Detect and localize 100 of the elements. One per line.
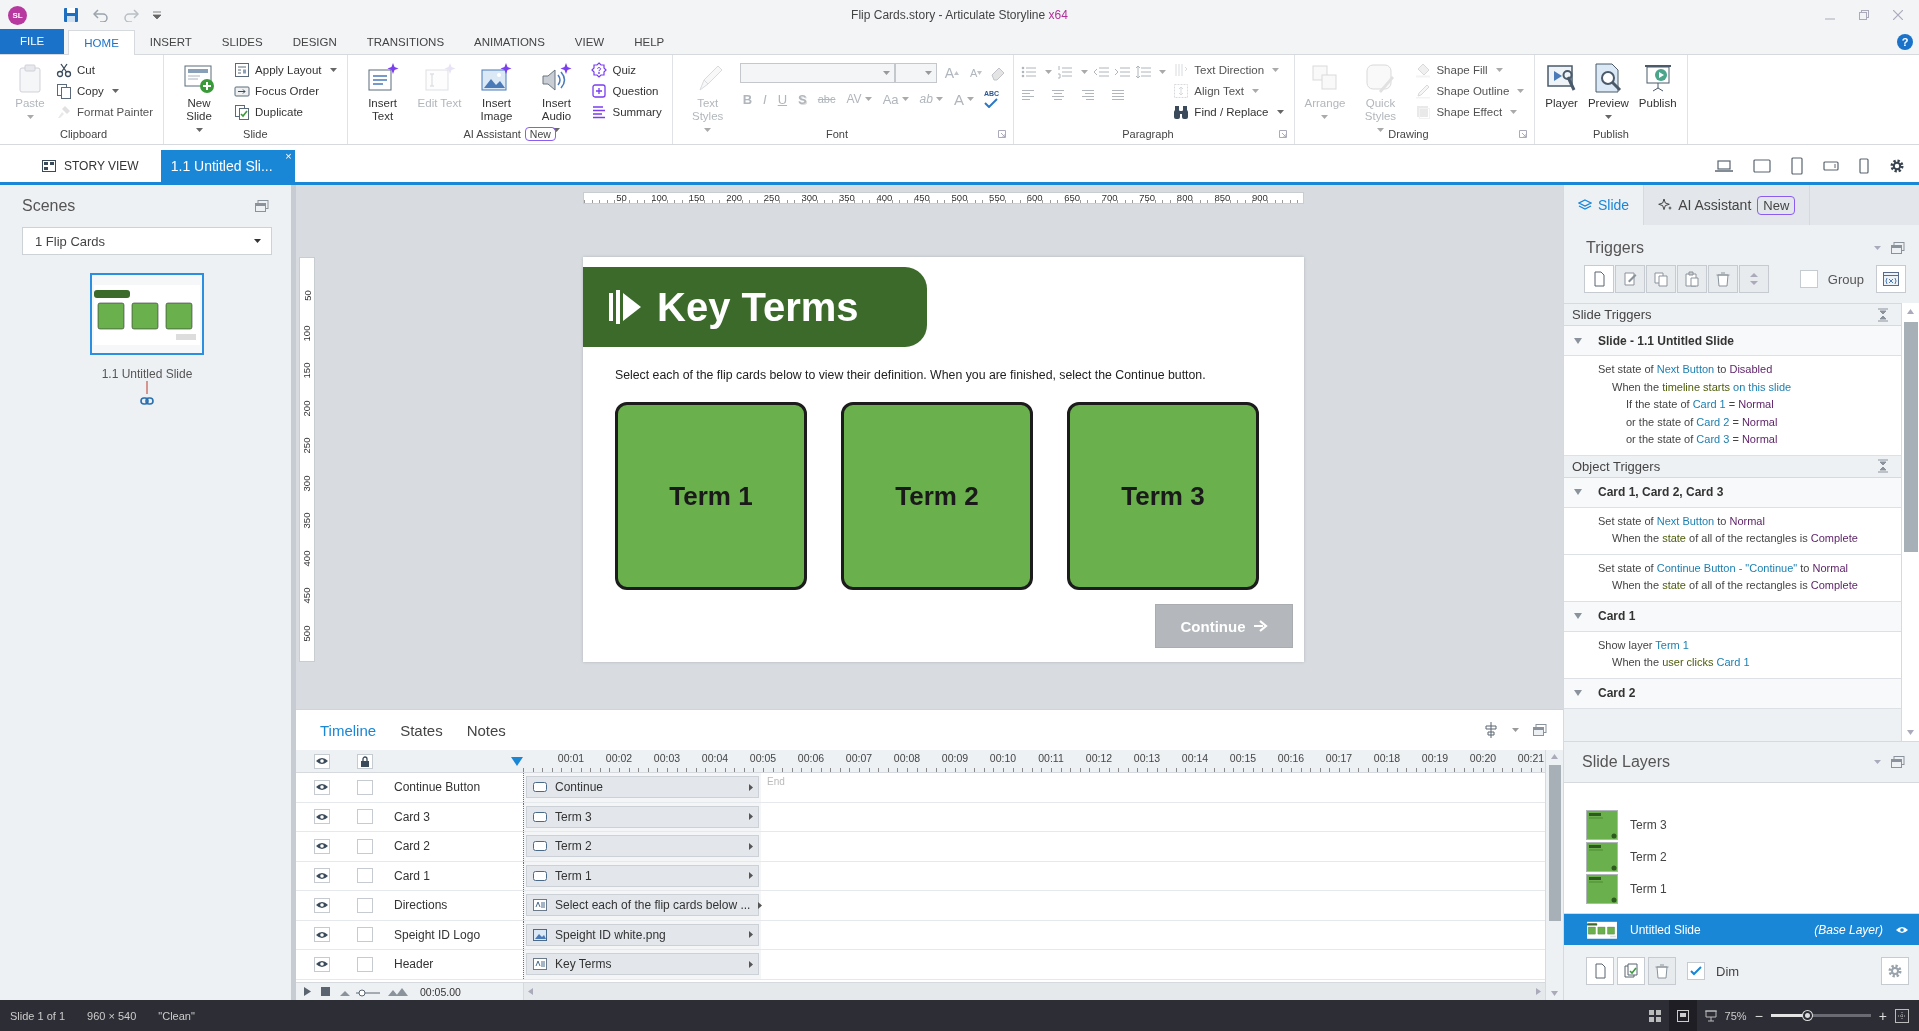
ribbon-tab[interactable]: ANIMATIONS [459, 31, 560, 54]
apply-layout-button[interactable]: Apply Layout [231, 60, 340, 80]
checkbox[interactable] [1799, 270, 1818, 288]
file-tab[interactable]: FILE [0, 29, 65, 54]
timeline-object-bar[interactable]: Continue [526, 776, 759, 798]
laptop-icon[interactable] [1715, 160, 1733, 172]
visibility-toggle[interactable] [314, 897, 330, 913]
grid-view-icon[interactable] [1648, 1009, 1661, 1022]
help-button[interactable]: ? [1897, 34, 1913, 50]
duplicate-button[interactable]: Duplicate [231, 102, 340, 122]
layer-item[interactable]: Term 1 [1564, 873, 1919, 905]
publish-button[interactable]: Publish [1635, 60, 1680, 112]
flip-card[interactable]: Term 1 [615, 402, 807, 590]
align-right-icon[interactable] [1081, 89, 1096, 101]
new-slide-button[interactable]: New Slide [171, 60, 228, 134]
settings-icon[interactable] [1889, 158, 1905, 174]
timeline-object-bar[interactable]: Speight ID white.png [526, 923, 759, 946]
slide-view-icon[interactable] [1676, 1009, 1689, 1022]
trigger-group-header[interactable]: Card 1 [1564, 601, 1901, 632]
timeline-object-bar[interactable]: Term 3 [526, 805, 759, 828]
undo-icon[interactable] [93, 8, 109, 22]
fit-window-icon[interactable] [1895, 1008, 1909, 1023]
align-center-icon[interactable] [1484, 722, 1498, 738]
settings-button[interactable] [1881, 957, 1909, 985]
slide-tab[interactable]: 1.1 Untitled Sli... × [160, 150, 295, 182]
cut-button[interactable]: Cut [53, 60, 157, 80]
layer-item[interactable]: Term 2 [1564, 841, 1919, 873]
vertical-scrollbar[interactable] [1545, 750, 1563, 1000]
restore-window-icon[interactable] [1859, 10, 1869, 20]
ribbon-tab[interactable]: VIEW [559, 31, 620, 54]
ribbon-tab[interactable]: HOME [68, 30, 135, 55]
new-page-button[interactable] [1584, 265, 1614, 293]
trigger-group-header[interactable]: Card 1, Card 2, Card 3 [1564, 477, 1901, 508]
find-replace-button[interactable]: Find / Replace [1170, 102, 1287, 122]
collapse-all-icon[interactable] [1877, 307, 1889, 322]
zoom-out-button[interactable]: − [1754, 1007, 1763, 1024]
bullet-list-icon[interactable] [1021, 65, 1038, 79]
eraser-icon[interactable] [990, 65, 1007, 81]
slide-thumbnail[interactable] [90, 273, 204, 355]
ribbon-tab[interactable]: INSERT [134, 31, 207, 54]
visibility-toggle[interactable] [314, 809, 330, 825]
line-spacing-icon[interactable] [1135, 65, 1152, 79]
vertical-scrollbar[interactable] [1901, 303, 1919, 741]
visibility-toggle[interactable] [314, 956, 330, 972]
checkbox[interactable] [1687, 962, 1705, 980]
link-icon[interactable] [140, 381, 154, 407]
timeline-object-bar[interactable]: Key Terms [526, 953, 759, 975]
quiz-button[interactable]: Quiz [588, 60, 665, 80]
close-icon[interactable] [1893, 10, 1903, 20]
lock-checkbox[interactable] [357, 956, 373, 972]
align-center-icon[interactable] [1051, 89, 1066, 101]
restore-icon[interactable] [255, 200, 269, 212]
layer-item[interactable]: Term 3 [1564, 809, 1919, 841]
panel-tab[interactable]: Notes [466, 721, 506, 739]
lock-checkbox[interactable] [357, 927, 373, 943]
save-icon[interactable] [63, 7, 79, 23]
summary-button[interactable]: Summary [588, 102, 665, 122]
preview-button[interactable]: Preview [1584, 60, 1632, 121]
flip-card[interactable]: Term 3 [1067, 402, 1259, 590]
question-button[interactable]: Question [588, 81, 665, 101]
lock-checkbox[interactable] [357, 779, 373, 795]
scene-dropdown[interactable]: 1 Flip Cards [22, 227, 272, 255]
visibility-toggle[interactable] [314, 838, 330, 854]
timeline-object-bar[interactable]: Term 1 [526, 864, 759, 887]
phone-portrait-icon[interactable] [1859, 158, 1869, 174]
copy-button[interactable]: Copy [53, 81, 157, 101]
story-view-tab[interactable]: STORY VIEW [30, 150, 151, 182]
insert-text-button[interactable]: Insert Text [354, 60, 411, 125]
timeline-object-bar[interactable]: Term 2 [526, 835, 759, 857]
lock-checkbox[interactable] [357, 897, 373, 913]
visibility-toggle[interactable] [314, 779, 330, 795]
new-layer-button[interactable] [1586, 957, 1614, 985]
dialog-launcher-icon[interactable] [1278, 130, 1287, 138]
timeline-zoom-slider-icon[interactable] [340, 986, 410, 997]
panel-tab[interactable]: Slide [1564, 185, 1645, 225]
ribbon-tab[interactable]: DESIGN [277, 31, 352, 54]
dialog-launcher-icon[interactable] [998, 130, 1007, 138]
phone-landscape-icon[interactable] [1823, 161, 1839, 171]
variables-button[interactable] [1876, 265, 1906, 293]
layer-item[interactable]: Untitled Slide (Base Layer) [1564, 913, 1919, 945]
indent-icon[interactable] [1114, 65, 1131, 79]
timeline-object-bar[interactable]: Select each of the flip cards below ... [526, 894, 759, 916]
collapse-all-icon[interactable] [1877, 459, 1889, 473]
duplicate-layer-button[interactable] [1617, 957, 1645, 985]
lock-checkbox[interactable] [357, 838, 373, 854]
close-tab-button[interactable]: × [285, 151, 292, 162]
lock-checkbox[interactable] [357, 809, 373, 825]
lock-checkbox[interactable] [357, 868, 373, 884]
numbered-list-icon[interactable] [1057, 65, 1074, 79]
restore-icon[interactable] [1891, 242, 1905, 254]
font-name-field[interactable] [739, 63, 895, 83]
outdent-icon[interactable] [1093, 65, 1110, 79]
redo-icon[interactable] [123, 8, 139, 22]
restore-icon[interactable] [1891, 756, 1905, 768]
tablet-portrait-icon[interactable] [1791, 157, 1803, 175]
visibility-toggle[interactable] [314, 927, 330, 943]
dialog-launcher-icon[interactable] [1519, 130, 1528, 138]
trigger-group-header[interactable]: Card 2 [1564, 678, 1901, 709]
horizontal-scrollbar[interactable] [523, 983, 1545, 1000]
visibility-toggle[interactable] [314, 868, 330, 884]
